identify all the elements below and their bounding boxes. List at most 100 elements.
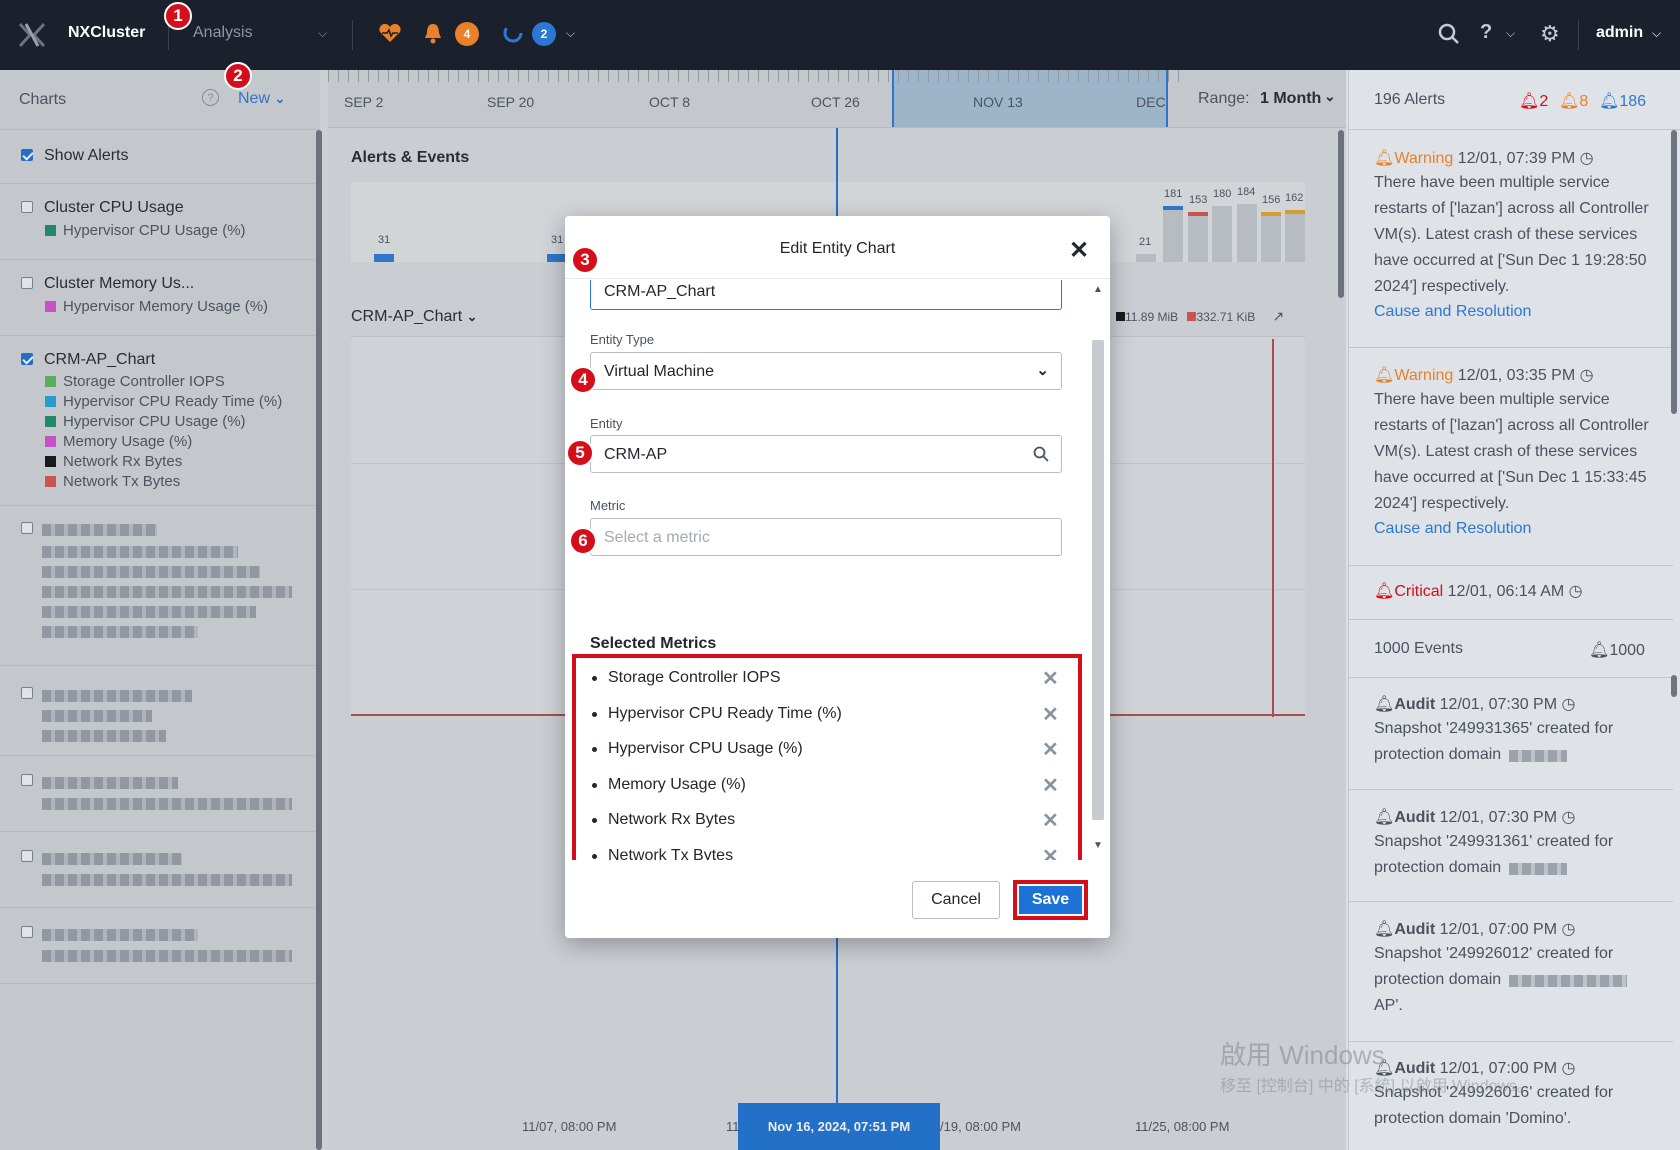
clock-icon: ◷ (1561, 1060, 1576, 1077)
selected-metric-item: Hypervisor CPU Ready Time (%) (592, 705, 842, 723)
alerts-panel: 196 Alerts 🔔︎2 🔔︎8 🔔︎186 🔔︎Warning 12/01… (1348, 70, 1680, 1150)
cause-resolution-link[interactable]: Cause and Resolution (1374, 520, 1531, 538)
scroll-up-icon[interactable]: ▲ (1093, 284, 1103, 295)
cancel-button[interactable]: Cancel (912, 881, 1000, 919)
alerts-header: 196 Alerts 🔔︎2 🔔︎8 🔔︎186 (1349, 70, 1680, 130)
selected-metric-item: Storage Controller IOPS (592, 669, 781, 687)
alert-message: There have been multiple service restart… (1374, 174, 1649, 295)
step-marker: 3 (571, 246, 599, 274)
chevron-down-icon[interactable]: ⌵ (1506, 26, 1515, 41)
step-marker: 5 (566, 439, 594, 467)
critical-filter[interactable]: 🔔︎2 (1519, 91, 1548, 111)
dialog-title: Edit Entity Chart (779, 240, 896, 257)
clock-icon: ◷ (1579, 150, 1594, 167)
bell-icon: 🔔︎ (1374, 921, 1395, 938)
warning-filter[interactable]: 🔔︎8 (1559, 91, 1588, 111)
divider (565, 278, 1110, 279)
clock-icon: ◷ (1561, 809, 1576, 826)
redacted-text (1509, 975, 1627, 987)
event-header: 🔔︎Audit 12/01, 07:30 PM ◷ (1374, 696, 1576, 713)
events-count[interactable]: 🔔︎1000 (1589, 640, 1645, 660)
entity-type-label: Entity Type (590, 332, 655, 347)
gear-icon[interactable]: ⚙ (1540, 21, 1560, 47)
scrollbar-thumb[interactable] (1092, 340, 1104, 820)
selected-metric-item: Network Rx Bytes (592, 811, 735, 829)
redacted-text (1509, 750, 1567, 762)
top-bar: NXCluster Analysis ⌵ 4 2 ⌵ ? ⌵ ⚙ admin ⌵ (0, 0, 1680, 70)
bell-icon: 🔔︎ (1374, 150, 1395, 167)
alert-count-badge[interactable]: 4 (455, 22, 479, 46)
dialog-scrollbar[interactable]: ▲ ▼ (1089, 280, 1107, 858)
events-header: 1000 Events 🔔︎1000 (1349, 620, 1673, 678)
alert-header: 🔔︎Warning 12/01, 03:35 PM ◷ (1374, 367, 1594, 384)
bell-icon: 🔔︎ (1559, 93, 1580, 110)
remove-metric-icon[interactable]: ✕ (1042, 773, 1059, 798)
selected-metric-item: Network Tx Bytes (592, 847, 733, 860)
remove-metric-icon[interactable]: ✕ (1042, 844, 1059, 860)
help-icon[interactable]: ? (1480, 21, 1492, 44)
bell-icon: 🔔︎ (1519, 93, 1540, 110)
bell-icon: 🔔︎ (1374, 696, 1395, 713)
clock-icon: ◷ (1561, 696, 1576, 713)
step-marker: 1 (164, 2, 192, 30)
chart-name-input[interactable]: CRM-AP_Chart (590, 280, 1062, 310)
chevron-down-icon: ⌄ (1036, 362, 1049, 379)
edit-entity-chart-dialog: Edit Entity Chart ✕ CRM-AP_Chart Entity … (565, 216, 1110, 938)
alerts-scrollbar[interactable] (1671, 130, 1677, 414)
entity-search-input[interactable]: CRM-AP (590, 435, 1062, 473)
step-marker: 4 (569, 366, 597, 394)
search-icon (1033, 446, 1049, 462)
divider (1578, 20, 1579, 50)
events-total: 1000 Events (1374, 640, 1463, 657)
nutanix-logo-icon[interactable] (18, 22, 46, 48)
task-count-badge[interactable]: 2 (532, 22, 556, 46)
bell-icon: 🔔︎ (1374, 809, 1395, 826)
step-marker: 6 (569, 527, 597, 555)
selected-metrics-list: Storage Controller IOPS ✕ Hypervisor CPU… (572, 654, 1082, 860)
section-dropdown[interactable]: Analysis (193, 24, 253, 42)
tasks-circle-icon[interactable] (502, 22, 524, 44)
alert-header: 🔔︎Critical 12/01, 06:14 AM ◷ (1374, 583, 1583, 600)
remove-metric-icon[interactable]: ✕ (1042, 808, 1059, 833)
entity-type-select[interactable]: Virtual Machine ⌄ (590, 352, 1062, 390)
cluster-name[interactable]: NXCluster (68, 24, 145, 42)
clock-icon: ◷ (1579, 367, 1594, 384)
event-message-tail: AP'. (1374, 997, 1403, 1014)
chevron-down-icon[interactable]: ⌵ (318, 26, 327, 41)
remove-metric-icon[interactable]: ✕ (1042, 737, 1059, 762)
selected-metrics-title: Selected Metrics (590, 635, 717, 652)
health-heart-icon[interactable] (378, 23, 402, 43)
alert-message: There have been multiple service restart… (1374, 391, 1649, 512)
selected-metric-item: Memory Usage (%) (592, 776, 746, 794)
chevron-down-icon[interactable]: ⌵ (566, 26, 575, 41)
search-icon[interactable] (1438, 23, 1460, 45)
save-button[interactable]: Save (1017, 884, 1084, 916)
info-filter[interactable]: 🔔︎186 (1599, 91, 1646, 111)
bell-icon[interactable] (423, 22, 443, 44)
event-header: 🔔︎Audit 12/01, 07:00 PM ◷ (1374, 921, 1576, 938)
close-icon[interactable]: ✕ (1069, 236, 1089, 265)
save-button-highlight: Save (1013, 880, 1088, 920)
events-scrollbar[interactable] (1671, 675, 1677, 697)
bell-icon: 🔔︎ (1374, 367, 1395, 384)
chevron-down-icon[interactable]: ⌵ (1652, 26, 1661, 41)
windows-activation-watermark: 啟用 Windows (1220, 1040, 1385, 1070)
bell-icon: 🔔︎ (1374, 583, 1395, 600)
windows-activation-subtext: 移至 [控制台] 中的 [系統] 以啟用 Windows。 (1220, 1078, 1533, 1095)
clock-icon: ◷ (1561, 921, 1576, 938)
entity-label: Entity (590, 416, 623, 431)
remove-metric-icon[interactable]: ✕ (1042, 666, 1059, 691)
bell-icon: 🔔︎ (1599, 93, 1620, 110)
user-menu[interactable]: admin (1596, 24, 1643, 42)
alert-header: 🔔︎Warning 12/01, 07:39 PM ◷ (1374, 150, 1594, 167)
metric-label: Metric (590, 498, 626, 513)
remove-metric-icon[interactable]: ✕ (1042, 702, 1059, 727)
step-marker: 2 (224, 62, 252, 90)
redacted-text (1509, 863, 1567, 875)
cause-resolution-link[interactable]: Cause and Resolution (1374, 303, 1531, 321)
dialog-body: CRM-AP_Chart Entity Type Virtual Machine… (565, 280, 1085, 860)
scroll-down-icon[interactable]: ▼ (1093, 840, 1103, 851)
metric-select-input[interactable]: Select a metric (590, 518, 1062, 556)
divider (352, 20, 353, 50)
clock-icon: ◷ (1568, 583, 1583, 600)
